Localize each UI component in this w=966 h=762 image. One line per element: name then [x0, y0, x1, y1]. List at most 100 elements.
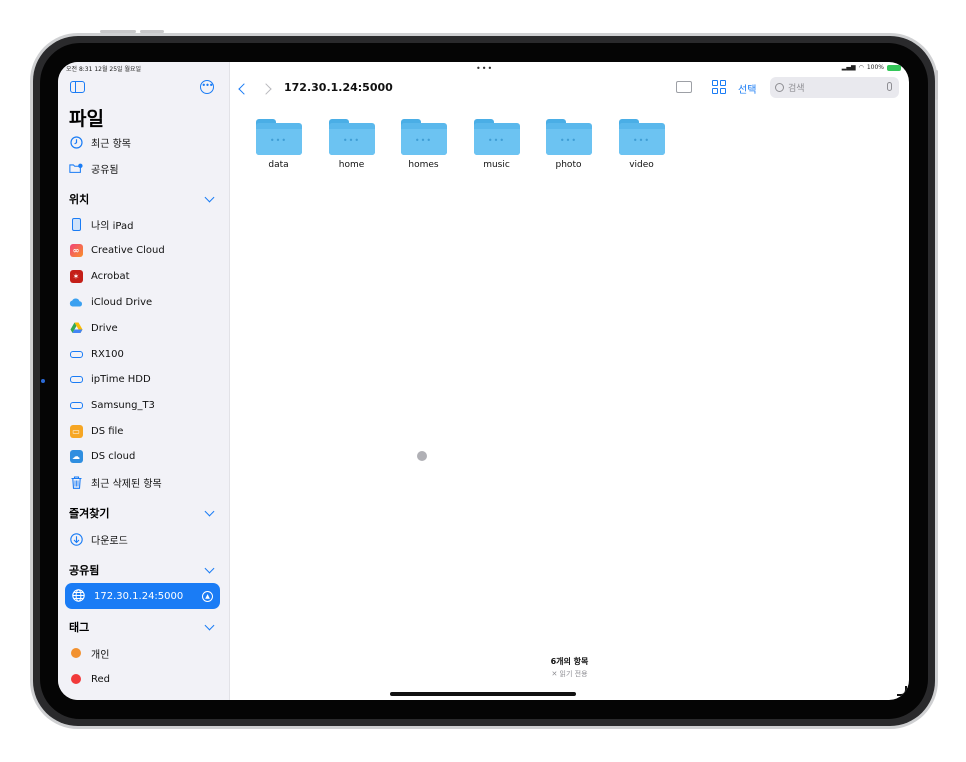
battery-icon: [887, 64, 901, 71]
sidebar-item-label: 공유됨: [91, 164, 119, 176]
sidebar-item-label: Acrobat: [91, 270, 130, 282]
trash-icon: [69, 475, 83, 489]
sidebar-item-label: 172.30.1.24:5000: [94, 590, 184, 602]
folder-icon: [328, 119, 375, 155]
sidebar-item-label: ipTime HDD: [91, 373, 151, 385]
back-button[interactable]: [238, 83, 250, 95]
sidebar-item-label: 다운로드: [91, 535, 128, 547]
folder-icon: [473, 119, 520, 155]
tag-color-icon: [69, 646, 83, 660]
sidebar-item-downloads[interactable]: 다운로드: [69, 528, 219, 550]
sidebar-item-ds-cloud[interactable]: ☁ DS cloud: [69, 445, 219, 467]
sidebar-item-label: Creative Cloud: [91, 244, 165, 256]
microphone-icon[interactable]: [887, 82, 892, 91]
section-locations[interactable]: 위치: [69, 189, 219, 209]
chevron-down-icon: [204, 620, 215, 630]
sidebar-item-rx100[interactable]: RX100: [69, 343, 219, 365]
folder-item[interactable]: photo: [545, 119, 592, 170]
folder-icon: [545, 119, 592, 155]
icloud-icon: [69, 295, 83, 309]
volume-button: [140, 30, 164, 33]
folder-name: photo: [555, 160, 582, 170]
home-indicator[interactable]: [390, 692, 576, 696]
acrobat-icon: ✶: [69, 269, 83, 283]
drive-icon: [69, 372, 83, 386]
search-icon: [775, 83, 784, 92]
resize-handle[interactable]: [897, 686, 907, 696]
sidebar-item-recently-deleted[interactable]: 최근 삭제된 항목: [69, 471, 219, 493]
folder-icon: [400, 119, 447, 155]
wifi-icon: ◠: [858, 64, 864, 71]
sidebar: 오전 8:31 12월 25일 월요일 ••• 파일 최근 항목 공유됨 위치 …: [58, 62, 230, 700]
sidebar-item-shared[interactable]: 공유됨: [69, 157, 219, 179]
select-button[interactable]: 선택: [738, 81, 756, 96]
screen: 오전 8:31 12월 25일 월요일 ••• 파일 최근 항목 공유됨 위치 …: [58, 62, 909, 700]
folder-name: home: [338, 160, 365, 170]
sidebar-item-creative-cloud[interactable]: ∞ Creative Cloud: [69, 239, 219, 261]
sidebar-item-iptime-hdd[interactable]: ipTime HDD: [69, 368, 219, 390]
sidebar-item-samsung-t3[interactable]: Samsung_T3: [69, 394, 219, 416]
section-title: 위치: [69, 193, 90, 206]
section-title: 즐겨찾기: [69, 507, 110, 520]
sidebar-item-label: iCloud Drive: [91, 296, 153, 308]
folder-item[interactable]: homes: [400, 119, 447, 170]
shared-folder-icon: [69, 161, 83, 175]
battery-percent: 100%: [866, 64, 884, 71]
sidebar-item-label: 나의 iPad: [91, 220, 134, 232]
sidebar-item-recents[interactable]: 최근 항목: [69, 131, 219, 153]
sidebar-item-icloud-drive[interactable]: iCloud Drive: [69, 291, 219, 313]
drive-icon: [69, 347, 83, 361]
ipad-icon: [69, 217, 83, 231]
sidebar-item-label: 최근 항목: [91, 138, 131, 150]
section-favorites[interactable]: 즐겨찾기: [69, 503, 219, 523]
ds-cloud-icon: ☁: [69, 449, 83, 463]
current-path: 172.30.1.24:5000: [284, 81, 393, 94]
sidebar-toggle-icon[interactable]: [70, 81, 85, 93]
clock-icon: [69, 135, 83, 149]
google-drive-icon: [69, 321, 83, 335]
sidebar-item-label: Drive: [91, 322, 118, 334]
loading-indicator: [417, 451, 427, 461]
sidebar-item-server[interactable]: 172.30.1.24:5000 ▲: [65, 583, 220, 609]
folder-item[interactable]: video: [618, 119, 665, 170]
folder-item[interactable]: data: [255, 119, 302, 170]
item-count: 6개의 항목: [550, 657, 589, 666]
ds-file-icon: ▭: [69, 424, 83, 438]
volume-button: [100, 30, 136, 33]
new-folder-icon[interactable]: [676, 81, 692, 93]
sidebar-item-ds-file[interactable]: ▭ DS file: [69, 420, 219, 442]
power-button: [935, 70, 938, 100]
sidebar-item-label: Samsung_T3: [91, 399, 155, 411]
folder-item[interactable]: home: [328, 119, 375, 170]
eject-icon[interactable]: ▲: [202, 590, 213, 602]
readonly-label: 읽기 전용: [559, 670, 588, 678]
sidebar-item-label: DS file: [91, 425, 124, 437]
forward-button[interactable]: [260, 83, 272, 95]
multitasking-dots[interactable]: •••: [476, 64, 493, 73]
drive-icon: [69, 398, 83, 412]
search-placeholder: 검색: [788, 84, 805, 94]
sidebar-tag-personal[interactable]: 개인: [69, 642, 219, 664]
sidebar-item-acrobat[interactable]: ✶ Acrobat: [69, 265, 219, 287]
folder-name: video: [629, 160, 654, 170]
search-input[interactable]: 검색: [770, 77, 899, 98]
readonly-status: ✕ 읽기 전용: [230, 669, 909, 679]
grid-view-icon[interactable]: [712, 80, 726, 94]
tag-color-icon: [69, 672, 83, 686]
chevron-down-icon: [204, 192, 215, 202]
section-shared[interactable]: 공유됨: [69, 560, 219, 580]
sidebar-item-label: RX100: [91, 348, 124, 360]
folder-item[interactable]: music: [473, 119, 520, 170]
more-options-icon[interactable]: •••: [200, 80, 214, 94]
status-time: 오전 8:31 12월 25일 월요일: [66, 66, 142, 73]
folder-name: homes: [408, 160, 439, 170]
sidebar-item-label: Red: [91, 673, 110, 685]
main-content: ••• ▂▄▆ ◠ 100% 172.30.1.24:5000 선택 검색 da…: [230, 62, 909, 700]
download-icon: [69, 532, 83, 546]
no-write-icon: ✕: [551, 670, 560, 678]
section-tags[interactable]: 태그: [69, 617, 219, 637]
sidebar-item-google-drive[interactable]: Drive: [69, 317, 219, 339]
section-title: 태그: [69, 621, 90, 634]
sidebar-item-my-ipad[interactable]: 나의 iPad: [69, 213, 219, 235]
sidebar-tag-red[interactable]: Red: [69, 668, 219, 690]
